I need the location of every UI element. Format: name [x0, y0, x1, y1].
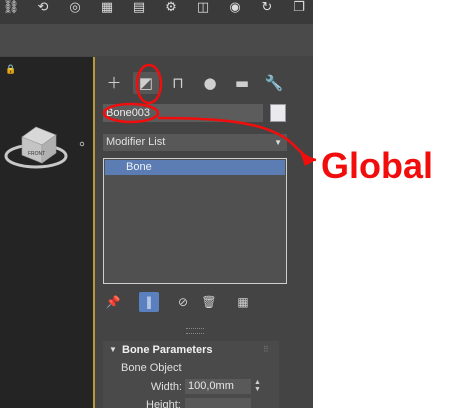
lasso-icon[interactable]: ⟲ [32, 0, 54, 16]
height-field[interactable] [185, 398, 251, 408]
render-icon[interactable]: ◉ [224, 0, 246, 16]
bone-parameters-rollout: ▼ Bone Parameters ⠿ Bone Object Width: 1… [103, 341, 279, 408]
annotation-label: Global [321, 145, 434, 186]
render-setup-icon[interactable]: ◫ [192, 0, 214, 16]
motion-tab[interactable]: ● [197, 72, 223, 94]
grid-icon[interactable]: ▦ [96, 0, 118, 16]
copy-icon[interactable]: ❐ [288, 0, 310, 16]
lock-icon[interactable]: 🔒 [5, 65, 16, 75]
object-name-field[interactable]: Bone003 [103, 104, 263, 122]
hierarchy-icon: ⊓ [172, 74, 184, 92]
modifier-stack[interactable]: Bone [103, 158, 287, 284]
plus-icon: ＋ [106, 74, 122, 92]
display-tab[interactable]: ▬ [229, 72, 255, 94]
folder-icon[interactable]: ▤ [128, 0, 150, 16]
configure-sets-icon[interactable]: ▦ [233, 292, 253, 312]
pin-stack-icon[interactable]: 📌 [103, 292, 123, 312]
remove-modifier-icon[interactable]: 🗑 [199, 292, 219, 312]
grip-icon[interactable]: ⠿ [263, 346, 271, 354]
show-end-result-icon[interactable]: ‖ [139, 292, 159, 312]
make-unique-icon[interactable]: ⊘ [173, 292, 193, 312]
width-label: Width: [150, 381, 182, 393]
panel-divider[interactable] [186, 328, 204, 334]
motion-icon: ● [203, 74, 217, 92]
ribbon-strip [0, 24, 313, 56]
viewcube[interactable]: FRONT [4, 95, 86, 171]
3dsmax-window: ⛓ ⟲ ◎ ▦ ▤ ⚙ ◫ ◉ ↻ ❐ 🔒 FRONT ＋ ◩ ⊓ ● ▬ 🔧 … [0, 0, 313, 408]
chevron-down-icon: ▼ [274, 138, 282, 147]
modifier-list-dropdown[interactable]: Modifier List ▼ [103, 134, 287, 151]
gear-icon[interactable]: ⚙ [160, 0, 182, 16]
modify-tab[interactable]: ◩ [133, 72, 159, 94]
snap-icon[interactable]: ◎ [64, 0, 86, 16]
viewport[interactable]: 🔒 FRONT [0, 57, 95, 408]
command-panel: ＋ ◩ ⊓ ● ▬ 🔧 Bone003 Modifier List ▼ Bone… [97, 66, 313, 408]
wrench-icon: 🔧 [264, 74, 284, 92]
link-icon[interactable]: ⛓ [0, 0, 22, 16]
collapse-icon: ▼ [109, 345, 117, 354]
height-label: Height: [146, 399, 181, 408]
width-spinner-icon[interactable]: ▲ ▼ [254, 379, 262, 394]
object-color-swatch[interactable] [270, 104, 286, 122]
stack-toolbar: 📌 ‖ ⊘ 🗑 ▦ [103, 292, 287, 312]
display-icon: ▬ [234, 74, 250, 92]
group-label: Bone Object [121, 362, 182, 374]
create-tab[interactable]: ＋ [101, 72, 127, 94]
modifier-list-label: Modifier List [106, 136, 166, 148]
undo-icon[interactable]: ↻ [256, 0, 278, 16]
stack-item-bone[interactable]: Bone [105, 160, 285, 175]
hierarchy-tab[interactable]: ⊓ [165, 72, 191, 94]
width-field[interactable]: 100,0mm [185, 379, 251, 394]
viewcube-label: FRONT [28, 151, 45, 157]
modify-icon: ◩ [138, 74, 154, 92]
main-toolbar: ⛓ ⟲ ◎ ▦ ▤ ⚙ ◫ ◉ ↻ ❐ [0, 0, 313, 25]
rollout-header[interactable]: ▼ Bone Parameters [103, 341, 279, 359]
rollout-title: Bone Parameters [122, 344, 213, 356]
utilities-tab[interactable]: 🔧 [261, 72, 287, 94]
